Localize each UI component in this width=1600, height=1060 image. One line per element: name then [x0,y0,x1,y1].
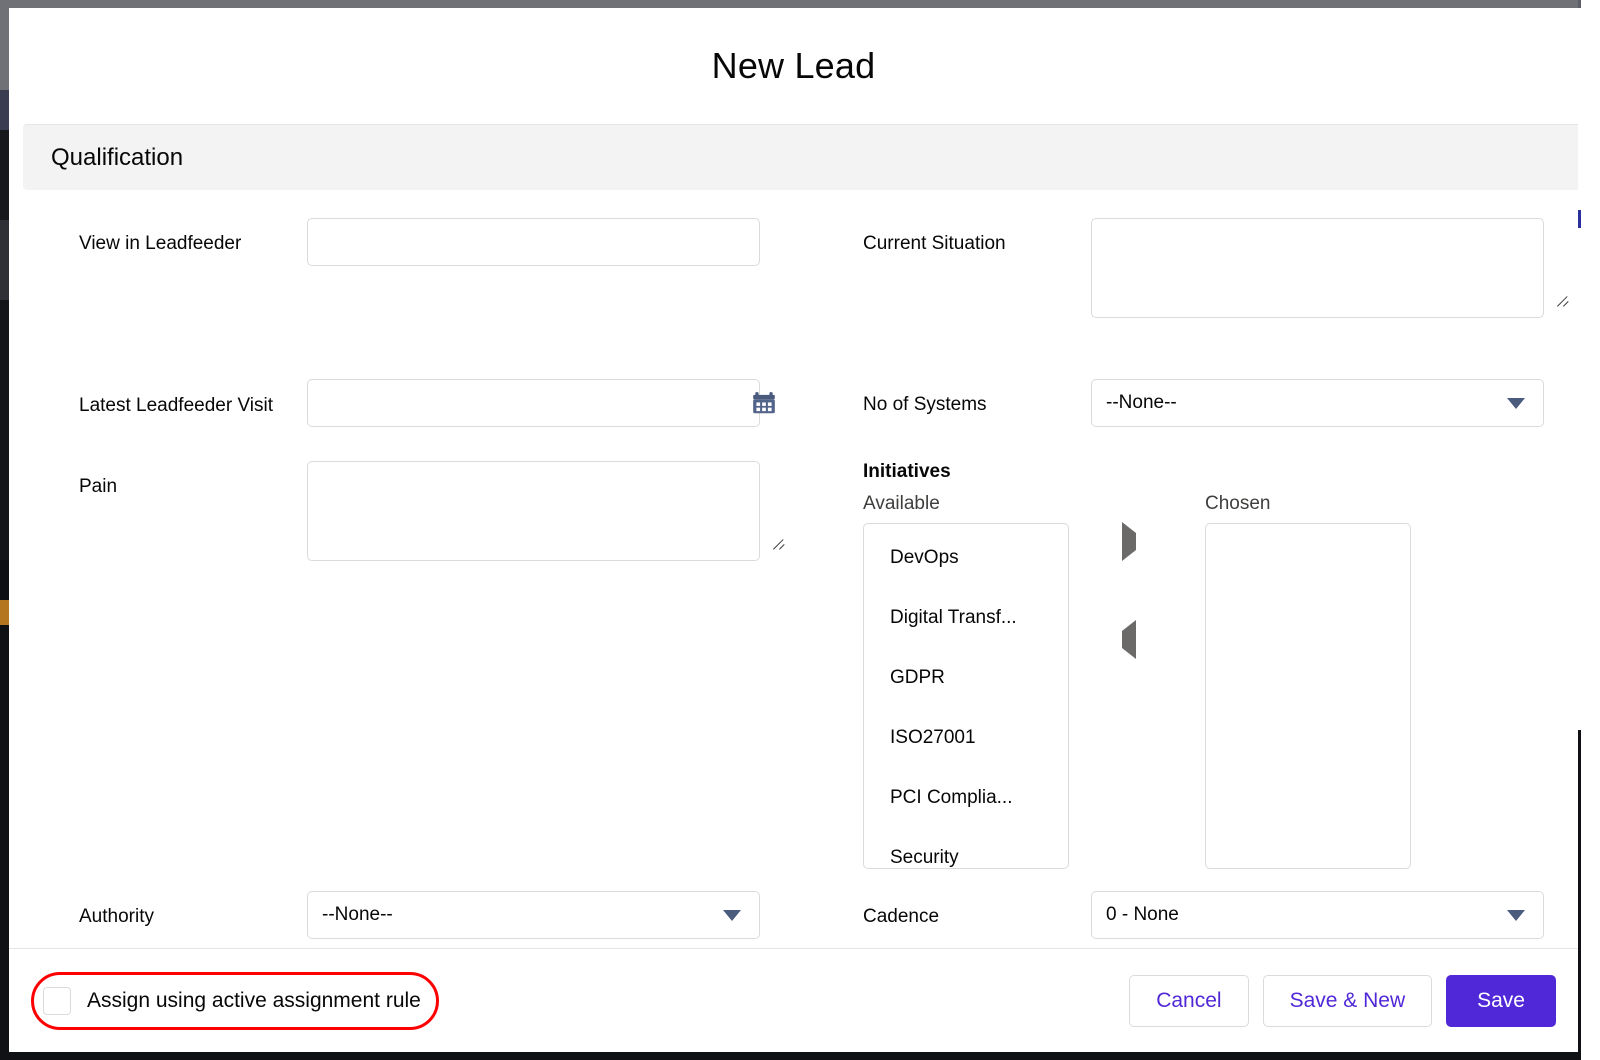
field-view-in-leadfeeder: View in Leadfeeder [9,218,793,266]
initiatives-chosen-listbox[interactable] [1205,523,1411,869]
field-control-pain [307,461,793,566]
initiatives-move-buttons [1069,493,1205,661]
save-button[interactable]: Save [1446,974,1556,1027]
field-label-no-of-systems: No of Systems [863,394,987,415]
list-item[interactable]: ISO27001 [864,708,1068,768]
field-control-authority: --None-- [307,891,793,939]
field-control-cadence: 0 - None [1091,891,1577,939]
field-label-authority: Authority [79,906,154,927]
move-right-button[interactable] [1122,522,1152,563]
chevron-down-icon [723,910,741,921]
field-no-of-systems: No of Systems --None-- [793,379,1577,427]
initiatives-chosen-label: Chosen [1205,493,1271,514]
list-item[interactable]: PCI Complia... [864,768,1068,828]
cancel-button[interactable]: Cancel [1129,974,1249,1027]
field-row: Latest Leadfeeder Visit No of Systems --… [9,379,1578,427]
field-pain: Pain [9,461,793,566]
calendar-icon[interactable] [751,390,777,416]
field-label-pain: Pain [79,476,118,497]
field-column-left: Pain [9,461,793,869]
background-page-sliver-bottom [0,1052,1600,1060]
list-item[interactable]: DevOps [864,528,1068,588]
field-column-right: Current Situation [793,218,1577,323]
no-of-systems-select[interactable]: --None-- [1091,379,1544,427]
save-and-new-button[interactable]: Save & New [1262,974,1433,1027]
field-cadence: Cadence 0 - None [793,891,1577,939]
field-current-situation: Current Situation [793,218,1577,323]
authority-value: --None-- [322,904,393,925]
new-lead-modal: New Lead Qualification View in Leadfeede… [9,8,1578,1052]
field-row: View in Leadfeeder Current Situation [9,218,1578,323]
initiatives-chosen-group: Chosen [1205,493,1411,869]
field-column-left: Authority --None-- [9,891,793,939]
assign-assignment-rule-checkbox[interactable] [43,986,71,1015]
initiatives-available-group: Available DevOps Digital Transf... GDPR ISO… [863,493,1069,869]
field-row: Pain Initiatives Available DevOps Digita… [9,461,1578,869]
initiatives-available-listbox[interactable]: DevOps Digital Transf... GDPR ISO27001 PCI C… [863,523,1069,869]
field-grid: View in Leadfeeder Current Situation Lat… [9,190,1578,939]
current-situation-textarea[interactable] [1091,218,1544,318]
chevron-down-icon [1507,910,1525,921]
background-page-sliver-right [1578,0,1600,1060]
modal-header: New Lead [9,8,1578,124]
field-column-right: Cadence 0 - None [793,891,1577,939]
initiatives-title: Initiatives [863,461,951,482]
initiatives-available-label: Available [863,493,940,514]
assign-assignment-rule-group[interactable]: Assign using active assignment rule [31,971,439,1030]
modal-footer: Assign using active assignment rule Canc… [9,948,1578,1052]
background-page-sliver-left [0,0,9,1060]
section-header-label: Qualification [51,143,184,171]
field-control-no-of-systems: --None-- [1091,379,1577,427]
field-row: Authority --None-- Cadence 0 - None [9,891,1578,939]
page-title: New Lead [711,45,876,86]
assign-assignment-rule-label: Assign using active assignment rule [87,988,421,1012]
background-page-edge-right [1578,0,1581,1060]
field-latest-leadfeeder-visit: Latest Leadfeeder Visit [9,379,793,427]
modal-body[interactable]: Qualification View in Leadfeeder Current… [9,124,1578,940]
section-header-qualification[interactable]: Qualification [23,124,1578,190]
latest-leadfeeder-visit-input[interactable] [307,379,760,427]
field-control-view-in-leadfeeder [307,218,793,266]
field-control-current-situation [1091,218,1577,323]
view-in-leadfeeder-input[interactable] [307,218,760,266]
no-of-systems-value: --None-- [1106,392,1177,413]
field-authority: Authority --None-- [9,891,793,939]
cadence-value: 0 - None [1106,904,1179,925]
list-item[interactable]: GDPR [864,648,1068,708]
footer-button-group: Cancel Save & New Save [1129,974,1556,1027]
field-column-left: Latest Leadfeeder Visit [9,379,793,427]
triangle-right-icon [1122,522,1136,561]
resize-grip-icon [1557,294,1571,308]
initiatives-dual-listbox: Initiatives Available DevOps Digital Tran… [793,461,1577,869]
authority-select[interactable]: --None-- [307,891,760,939]
field-label-current-situation: Current Situation [863,233,1006,254]
field-label-cadence: Cadence [863,906,940,927]
field-label-latest-leadfeeder-visit: Latest Leadfeeder Visit [79,395,274,416]
background-page-sliver-top [0,0,1600,8]
pain-textarea[interactable] [307,461,760,561]
chevron-down-icon [1507,398,1525,409]
initiatives-body: Available DevOps Digital Transf... GDPR ISO… [863,493,1577,869]
move-left-button[interactable] [1122,620,1152,661]
field-label-view-in-leadfeeder: View in Leadfeeder [79,233,242,254]
triangle-left-icon [1122,620,1136,659]
list-item[interactable]: Security [864,828,1068,868]
list-item[interactable]: Digital Transf... [864,588,1068,648]
field-control-latest-leadfeeder-visit [307,379,793,427]
resize-grip-icon [773,537,787,551]
field-column-right: Initiatives Available DevOps Digital Tran… [793,461,1577,869]
field-column-right: No of Systems --None-- [793,379,1577,427]
field-column-left: View in Leadfeeder [9,218,793,323]
cadence-select[interactable]: 0 - None [1091,891,1544,939]
